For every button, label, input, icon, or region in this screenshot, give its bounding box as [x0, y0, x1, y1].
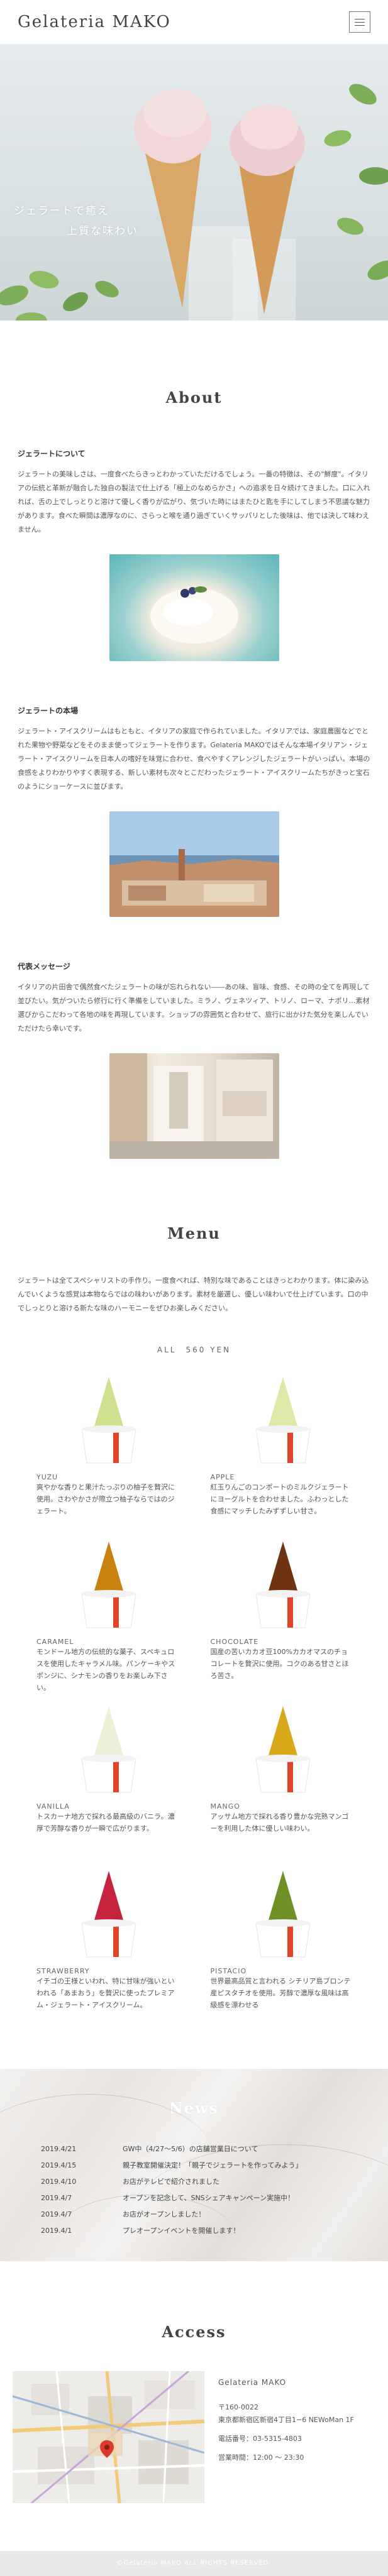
- flavor-description: アッサム地方で採れる香り豊かな完熟マンゴーを利用した体に優しい味わい。: [210, 1812, 349, 1833]
- news-date: 2019.4/15: [41, 2161, 77, 2169]
- news-text: お店がテレビで紹介されました: [123, 2178, 219, 2186]
- shop-phone[interactable]: 電話番号：03-5315-4803: [218, 2433, 354, 2445]
- flavor-name: VANILLA: [36, 1802, 70, 1811]
- flavor-description: 世界最高品質と言われる シチリア島ブロンテ産ピスタチオを使用。芳醇で濃厚な風味は…: [210, 1977, 351, 2009]
- gelato-cup-icon: [255, 1706, 311, 1793]
- ivy-leaves-right: [324, 84, 388, 280]
- flavor-description: 国産の苦いカカオ豆100%カカオマスのチョコレートを贅沢に使用。コクのある甘さと…: [210, 1648, 349, 1680]
- site-footer: ©Gelateria MAKO ALL RIGHTS RESERVED.: [0, 2551, 388, 2576]
- flavor-name: MANGO: [210, 1802, 240, 1811]
- hero-copy: ジェラートで癒え 上質な味わい: [14, 201, 138, 241]
- flavor-card-vanilla[interactable]: VANILLA トスカーナ地方で採れる最高級のバニラ。濃厚で芳醇な香りが一瞬で広…: [36, 1703, 197, 1868]
- menu-intro: ジェラートは全てスペシャリストの手作り。一度食べれば、特別な味であることはきっと…: [18, 1276, 369, 1312]
- about-block-origin: ジェラートの本場 ジェラート・アイスクリームはもともと、イタリアの家庭で作られて…: [0, 705, 388, 917]
- menu-title: Menu: [167, 1224, 221, 1242]
- shop-name: Gelateria MAKO: [218, 2378, 287, 2387]
- hero-copy-line2: 上質な味わい: [67, 225, 138, 238]
- about-section: About ジェラートについて ジェラートの美味しさは、一度食べたらきっとわかっ…: [0, 321, 388, 1159]
- access-body: Gelateria MAKO 〒160-0022 東京都新宿区新宿4丁目1−6 …: [13, 2371, 370, 2503]
- gelato-cup-photo: [109, 554, 279, 661]
- news-date: 2019.4/1: [41, 2227, 72, 2235]
- access-title: Access: [162, 2323, 226, 2341]
- news-date: 2019.4/7: [41, 2194, 72, 2202]
- flavor-name: APPLE: [210, 1473, 235, 1481]
- flavor-card-mango[interactable]: MANGO アッサム地方で採れる香り豊かな完熟マンゴーを利用した体に優しい味わい…: [211, 1703, 371, 1868]
- about-heading-message: 代表メッセージ: [18, 962, 70, 971]
- about-title: About: [165, 388, 223, 407]
- copyright: ©Gelateria MAKO ALL RIGHTS RESERVED.: [116, 2560, 272, 2567]
- news-text: 親子教室開催決定！「親子でジェラートを作ってみよう」: [123, 2161, 302, 2169]
- news-text: プレオープンイベントを開催します！: [123, 2227, 240, 2235]
- news-date: 2019.4/7: [41, 2210, 72, 2218]
- flavor-description: トスカーナ地方で採れる最高級のバニラ。濃厚で芳醇な香りが一瞬で広がります。: [36, 1812, 175, 1833]
- news-text: オープンを記念して、SNSシェアキャンペーン実施中！: [123, 2194, 295, 2202]
- about-text-gelato: ジェラートの美味しさは、一度食べたらきっとわかっていただけるでしょう。一番の特徴…: [18, 470, 370, 534]
- flavor-description: モンドール地方の伝統的な菓子、スペキュロスを使用したキャラメル味。パンケーキやス…: [36, 1648, 175, 1692]
- flavor-card-yuzu[interactable]: YUZU 爽やかな香りと果汁たっぷりの柚子を贅沢に使用。さわやかさが際立つ柚子な…: [36, 1374, 197, 1538]
- shop-address: 東京都新宿区新宿4丁目1−6 NEWoMan 1F: [218, 2416, 354, 2424]
- about-heading-origin: ジェラートの本場: [18, 706, 79, 715]
- news-date: 2019.4/10: [41, 2178, 77, 2186]
- news-item[interactable]: 2019.4/1 プレオープンイベントを開催します！: [41, 2223, 388, 2239]
- news-item[interactable]: 2019.4/10 お店がテレビで紹介されました: [41, 2174, 388, 2190]
- menu-section: Menu ジェラートは全てスペシャリストの手作り。一度食べれば、特別な味であるこ…: [0, 1159, 388, 2032]
- menu-price: ALL 560 YEN: [157, 1346, 231, 1354]
- flavor-description: イチゴの王様といわれ、特に甘味が強いといわれる「あまおう」を贅沢に使ったプレミア…: [36, 1977, 175, 2009]
- news-item[interactable]: 2019.4/7 お店がオープンしました！: [41, 2206, 388, 2223]
- hero-image: ジェラートで癒え 上質な味わい: [0, 44, 388, 321]
- gelato-cup-icon: [81, 1377, 136, 1464]
- news-date: 2019.4/21: [41, 2145, 77, 2153]
- hamburger-icon[interactable]: [349, 11, 370, 33]
- flavor-name: PISTACIO: [210, 1967, 247, 1975]
- venice-photo: [109, 811, 279, 917]
- flavor-card-pistacio[interactable]: PISTACIO 世界最高品質と言われる シチリア島ブロンテ産ピスタチオを使用。…: [211, 1868, 371, 2032]
- site-header: Gelateria MAKO: [0, 0, 388, 44]
- about-block-gelato: ジェラートについて ジェラートの美味しさは、一度食べたらきっとわかっていただける…: [0, 448, 388, 661]
- shop-interior-photo: [109, 1053, 279, 1159]
- map-embed[interactable]: [13, 2371, 204, 2503]
- flavor-card-caramel[interactable]: CARAMEL モンドール地方の伝統的な菓子、スペキュロスを使用したキャラメル味…: [36, 1538, 197, 1703]
- map-graphic: [13, 2371, 204, 2503]
- news-item[interactable]: 2019.4/7 オープンを記念して、SNSシェアキャンペーン実施中！: [41, 2190, 388, 2206]
- flavor-name: CARAMEL: [36, 1638, 74, 1646]
- about-text-message: イタリアの片田舎で偶然食べたジェラートの味が忘れられない――あの味、盲味、食感、…: [18, 983, 370, 1033]
- flavor-name: YUZU: [36, 1473, 58, 1481]
- ivy-leaves: [0, 270, 119, 321]
- flavor-name: STRAWBERRY: [36, 1967, 90, 1975]
- about-heading-gelato: ジェラートについて: [18, 449, 86, 458]
- gelato-cup-icon: [255, 1377, 311, 1464]
- shop-zip: 〒160-0022: [218, 2403, 258, 2411]
- gelato-cup-icon: [255, 1871, 311, 1958]
- site-logo[interactable]: Gelateria MAKO: [18, 13, 171, 31]
- news-text: お店がオープンしました！: [123, 2210, 206, 2218]
- gelato-cup-icon: [255, 1542, 311, 1628]
- news-section: News 2019.4/21 GW中（4/27〜5/6）の店舗営業日について 20…: [0, 2069, 388, 2261]
- news-list: 2019.4/21 GW中（4/27〜5/6）の店舗営業日について 2019.4/…: [41, 2141, 388, 2239]
- news-item[interactable]: 2019.4/21 GW中（4/27〜5/6）の店舗営業日について: [41, 2141, 388, 2157]
- flavor-name: CHOCOLATE: [210, 1638, 259, 1646]
- hero-copy-line1: ジェラートで癒え: [14, 205, 109, 217]
- gelato-cup-icon: [81, 1871, 136, 1958]
- flavor-card-chocolate[interactable]: CHOCOLATE 国産の苦いカカオ豆100%カカオマスのチョコレートを贅沢に使…: [211, 1538, 371, 1703]
- about-text-origin: ジェラート・アイスクリームはもともと、イタリアの家庭で作られていました。イタリア…: [18, 727, 370, 791]
- shop-hours: 営業時間：12:00 ～ 23:30: [218, 2453, 304, 2462]
- flavor-card-apple[interactable]: APPLE 紅玉りんごのコンポートのミルクジェラートにヨーグルトを合わせました。…: [211, 1374, 371, 1538]
- about-block-message: 代表メッセージ イタリアの片田舎で偶然食べたジェラートの味が忘れられない――あの…: [0, 961, 388, 1159]
- flavor-description: 紅玉りんごのコンポートのミルクジェラートにヨーグルトを合わせました。ふわっとした…: [210, 1483, 349, 1515]
- news-item[interactable]: 2019.4/15 親子教室開催決定！「親子でジェラートを作ってみよう」: [41, 2157, 388, 2174]
- shop-info: Gelateria MAKO 〒160-0022 東京都新宿区新宿4丁目1−6 …: [218, 2371, 354, 2503]
- flavor-card-strawberry[interactable]: STRAWBERRY イチゴの王様といわれ、特に甘味が強いといわれる「あまおう」…: [36, 1868, 197, 2032]
- gelato-cup-icon: [81, 1542, 136, 1628]
- flavor-description: 爽やかな香りと果汁たっぷりの柚子を贅沢に使用。さわやかさが際立つ柚子ならではのジ…: [36, 1483, 175, 1515]
- flavor-grid: YUZU 爽やかな香りと果汁たっぷりの柚子を贅沢に使用。さわやかさが際立つ柚子な…: [36, 1374, 370, 2032]
- gelato-cup-icon: [81, 1706, 136, 1793]
- news-text: GW中（4/27〜5/6）の店舗営業日について: [123, 2145, 258, 2153]
- access-section: Access Gelateria MAKO 〒160-0022 東京都新宿区新宿…: [0, 2261, 388, 2503]
